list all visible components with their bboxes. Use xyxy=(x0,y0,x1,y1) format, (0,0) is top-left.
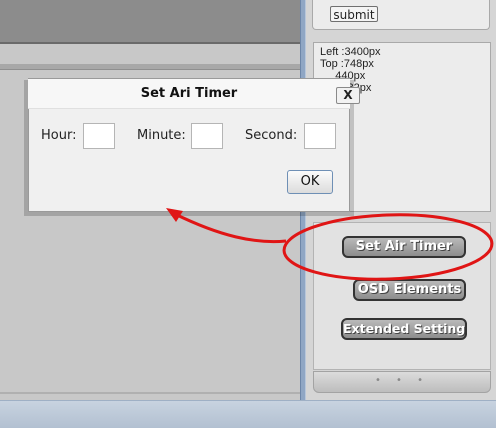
hour-input[interactable] xyxy=(83,123,115,149)
osd-elements-button[interactable]: OSD Elements xyxy=(353,279,466,301)
dialog-title: Set Ari Timer xyxy=(28,79,350,109)
main-strip xyxy=(0,64,300,70)
hour-label: Hour: xyxy=(41,128,77,143)
second-input[interactable] xyxy=(304,123,336,149)
second-label: Second: xyxy=(245,128,298,143)
submit-button[interactable]: submit xyxy=(330,6,378,22)
main-bottom-divider xyxy=(0,392,304,394)
status-bar xyxy=(0,400,496,428)
info-top: Top :748px xyxy=(320,58,374,70)
set-air-timer-button[interactable]: Set Air Timer xyxy=(342,236,466,258)
minute-input[interactable] xyxy=(191,123,223,149)
extended-settings-button[interactable]: Extended Settings xyxy=(341,318,467,340)
ok-button[interactable]: OK xyxy=(287,170,333,194)
minute-label: Minute: xyxy=(137,128,186,143)
main-top-bar xyxy=(0,0,300,44)
dialog-close-button[interactable]: X xyxy=(336,87,360,104)
pager-dots[interactable]: • • • xyxy=(313,371,491,393)
info-left: Left :3400px xyxy=(320,46,381,58)
